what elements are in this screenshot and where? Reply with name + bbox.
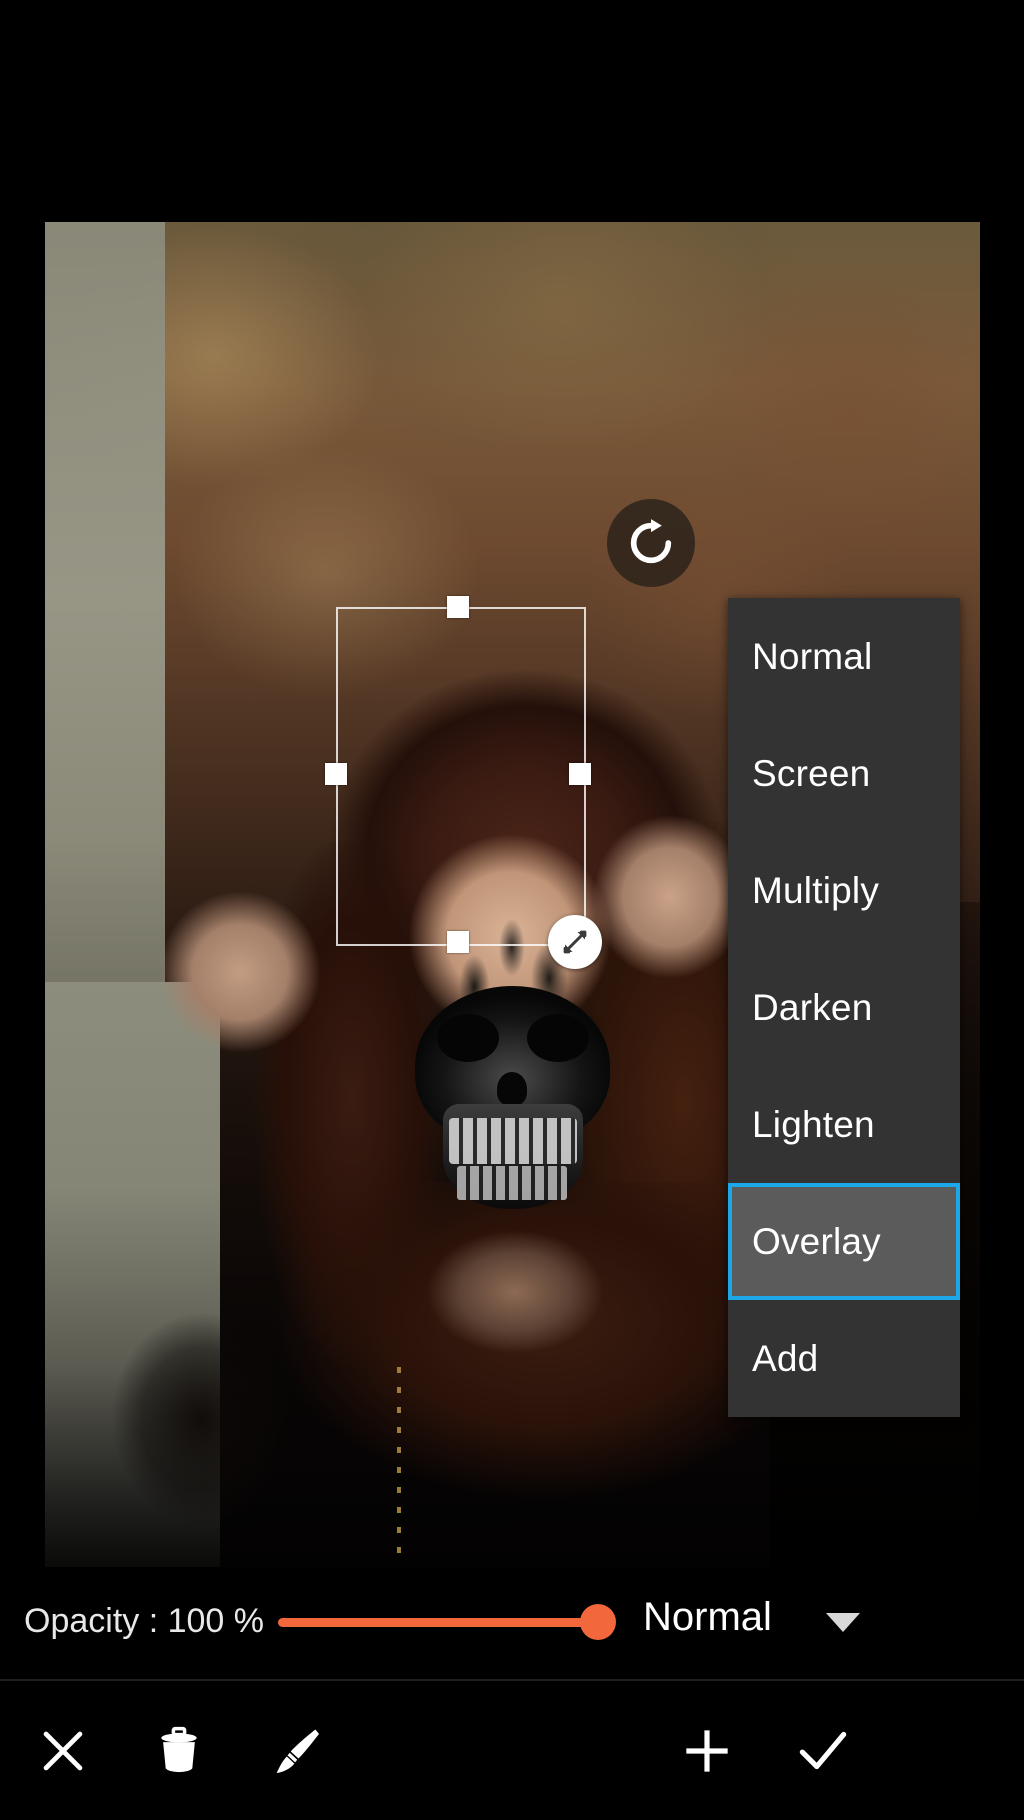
chevron-down-icon[interactable] — [826, 1613, 860, 1632]
plus-icon — [686, 1729, 728, 1772]
skull-nose — [497, 1072, 527, 1106]
skull-teeth-lower — [457, 1166, 567, 1200]
delete-button[interactable] — [122, 1681, 236, 1820]
paintbrush-icon — [276, 1728, 319, 1773]
blend-mode-label: Darken — [752, 986, 873, 1028]
brush-button[interactable] — [240, 1681, 354, 1820]
current-blend-mode-value[interactable]: Normal — [643, 1595, 772, 1640]
selection-handle-middle-right[interactable] — [569, 763, 591, 785]
app-screen: Normal Screen Multiply Darken Lighten Ov… — [0, 0, 1024, 1820]
selection-handle-middle-left[interactable] — [325, 763, 347, 785]
blend-mode-label: Screen — [752, 752, 871, 794]
blend-mode-option-overlay[interactable]: Overlay — [728, 1183, 960, 1300]
check-icon — [799, 1731, 847, 1769]
blend-mode-label: Normal — [752, 635, 873, 677]
blend-mode-option-darken[interactable]: Darken — [728, 949, 960, 1066]
skull-teeth-upper — [449, 1118, 577, 1164]
blend-mode-option-multiply[interactable]: Multiply — [728, 832, 960, 949]
resize-diagonal-handle[interactable] — [548, 915, 602, 969]
blend-mode-label: Lighten — [752, 1103, 875, 1145]
subject-arm-left — [145, 872, 335, 1072]
skull-overlay-layer[interactable] — [397, 900, 627, 1252]
opacity-slider-track[interactable] — [278, 1618, 608, 1627]
blend-mode-option-lighten[interactable]: Lighten — [728, 1066, 960, 1183]
blend-mode-option-normal[interactable]: Normal — [728, 598, 960, 715]
blend-mode-dropdown[interactable]: Normal Screen Multiply Darken Lighten Ov… — [728, 598, 960, 1417]
subject-hair-wisp — [75, 1302, 305, 1562]
resize-diagonal-icon — [563, 930, 587, 954]
blend-mode-option-add[interactable]: Add — [728, 1300, 960, 1417]
opacity-slider-thumb[interactable] — [580, 1604, 616, 1640]
skull-eye-right — [527, 1014, 589, 1062]
blend-mode-label: Multiply — [752, 869, 880, 911]
opacity-label: Opacity : 100 % — [24, 1601, 265, 1640]
rotate-icon — [630, 519, 672, 564]
garment-trim — [397, 1367, 401, 1567]
rotate-layer-button[interactable] — [607, 499, 695, 587]
add-layer-button[interactable] — [650, 1681, 764, 1820]
layer-selection-box[interactable] — [336, 607, 586, 946]
bottom-toolbar — [0, 1681, 1024, 1820]
opacity-slider[interactable] — [278, 1604, 616, 1640]
selection-handle-top-center[interactable] — [447, 596, 469, 618]
selection-handle-bottom-center[interactable] — [447, 931, 469, 953]
close-icon — [43, 1731, 83, 1770]
skull-eye-left — [437, 1014, 499, 1062]
blend-mode-option-screen[interactable]: Screen — [728, 715, 960, 832]
blend-mode-label: Add — [752, 1337, 819, 1379]
cancel-button[interactable] — [8, 1681, 118, 1820]
trash-icon — [161, 1726, 197, 1772]
confirm-button[interactable] — [766, 1681, 880, 1820]
blend-mode-label: Overlay — [752, 1220, 881, 1262]
